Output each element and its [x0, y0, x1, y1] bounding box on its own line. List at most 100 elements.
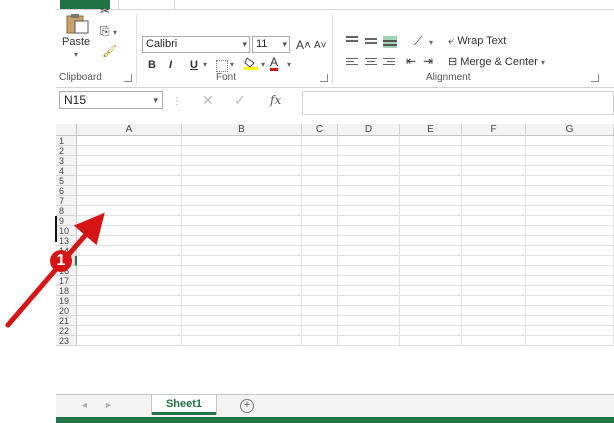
group-divider [136, 14, 137, 84]
alignment-dialog-launcher-icon[interactable] [591, 74, 599, 82]
formula-input[interactable] [302, 91, 614, 115]
alignment-group-label: Alignment [426, 72, 471, 83]
row-header-8[interactable]: 8 [56, 206, 77, 216]
fill-color-icon[interactable] [244, 56, 258, 70]
align-right-icon[interactable] [383, 58, 395, 65]
ribbon-home: Paste ▾ ✂ ⎘ ▾ 🖌 Clipboard Calibri ▾ 11 ▾… [56, 4, 614, 88]
formula-bar-grip-icon[interactable]: ⋮ [172, 96, 182, 107]
status-bar [56, 417, 614, 423]
font-color-dropdown-icon[interactable]: ▾ [287, 60, 291, 69]
row-header-4[interactable]: 4 [56, 166, 77, 176]
wrap-text-button[interactable]: ⤶ Wrap Text [448, 35, 506, 48]
align-left-icon[interactable] [346, 58, 358, 65]
row-header-5[interactable]: 5 [56, 176, 77, 186]
merge-center-label: Merge & Center [460, 56, 538, 68]
wrap-text-label: Wrap Text [457, 35, 507, 47]
align-middle-icon[interactable] [365, 38, 377, 44]
chevron-down-icon: ▾ [242, 39, 247, 49]
row-gridline [77, 235, 614, 236]
row-gridline [77, 295, 614, 296]
insert-function-button[interactable]: fx [270, 93, 281, 107]
row-gridline [77, 335, 614, 336]
font-size-combo[interactable]: 11 ▾ [252, 36, 290, 53]
chevron-down-icon: ▾ [282, 39, 287, 49]
increase-indent-icon[interactable]: ⇥ [423, 54, 433, 68]
grow-font-button[interactable]: A˄ [296, 38, 311, 52]
select-all-corner[interactable] [56, 124, 77, 136]
column-header-g[interactable]: G [526, 124, 614, 136]
row-gridline [77, 315, 614, 316]
clipboard-dialog-launcher-icon[interactable] [124, 74, 132, 82]
font-name-combo[interactable]: Calibri ▾ [142, 36, 250, 53]
orientation-dropdown-icon[interactable]: ▾ [429, 38, 433, 47]
row-header-2[interactable]: 2 [56, 146, 77, 156]
column-header-b[interactable]: B [182, 124, 302, 136]
merge-center-dropdown-icon[interactable]: ▾ [541, 58, 545, 67]
paste-icon[interactable] [64, 12, 90, 34]
row-header-18[interactable]: 18 [56, 286, 77, 296]
name-box[interactable]: N15 ▾ [59, 91, 163, 109]
italic-button[interactable]: I [169, 58, 172, 72]
merge-center-button[interactable]: ⊟ Merge & Center ▾ [448, 55, 545, 68]
row-gridline [77, 215, 614, 216]
paste-dropdown-icon[interactable]: ▾ [74, 50, 78, 59]
font-color-button[interactable]: A [270, 56, 279, 71]
copy-dropdown-icon[interactable]: ▾ [113, 28, 117, 37]
text-cursor-marker [55, 216, 57, 242]
font-dialog-launcher-icon[interactable] [320, 74, 328, 82]
group-divider [332, 14, 333, 84]
sheet-tab-sheet1[interactable]: Sheet1 [152, 395, 216, 415]
clipboard-group-label: Clipboard [59, 72, 102, 83]
column-header-d[interactable]: D [338, 124, 400, 136]
row-header-17[interactable]: 17 [56, 276, 77, 286]
align-bottom-icon[interactable] [383, 36, 397, 48]
row-gridline [77, 255, 614, 256]
column-header-a[interactable]: A [77, 124, 182, 136]
decrease-indent-icon[interactable]: ⇤ [406, 54, 416, 68]
cancel-icon[interactable]: ✕ [202, 92, 214, 109]
cut-icon[interactable]: ✂ [100, 4, 110, 18]
add-sheet-button[interactable]: + [240, 399, 254, 413]
row-header-19[interactable]: 19 [56, 296, 77, 306]
align-top-icon[interactable] [346, 36, 358, 42]
bold-button[interactable]: B [148, 58, 156, 72]
column-header-f[interactable]: F [462, 124, 526, 136]
fill-color-dropdown-icon[interactable]: ▾ [261, 60, 265, 69]
row-header-10[interactable]: 10 [56, 226, 77, 236]
row-header-22[interactable]: 22 [56, 326, 77, 336]
wrap-text-icon: ⤶ [448, 35, 455, 47]
underline-dropdown-icon[interactable]: ▾ [203, 60, 207, 69]
scroll-right-icon[interactable]: ▸ [106, 400, 111, 411]
column-header-e[interactable]: E [400, 124, 462, 136]
row-header-21[interactable]: 21 [56, 316, 77, 326]
row-gridline [77, 175, 614, 176]
row-header-20[interactable]: 20 [56, 306, 77, 316]
sheet-tab-bar: ◂ ▸ Sheet1 + [56, 394, 614, 418]
name-box-value: N15 [64, 93, 87, 107]
row-gridline [77, 325, 614, 326]
orientation-icon[interactable]: ⟋ [414, 34, 422, 48]
row-header-7[interactable]: 7 [56, 196, 77, 206]
enter-icon[interactable]: ✓ [234, 92, 246, 109]
shrink-font-button[interactable]: A˅ [314, 39, 327, 53]
align-center-icon[interactable] [365, 58, 377, 65]
scroll-left-icon[interactable]: ◂ [82, 400, 87, 411]
row-header-3[interactable]: 3 [56, 156, 77, 166]
formula-bar: N15 ▾ ⋮ ✕ ✓ fx [56, 88, 614, 120]
paste-button[interactable]: Paste [62, 36, 90, 48]
copy-icon[interactable]: ⎘ [100, 24, 110, 38]
borders-dropdown-icon[interactable]: ▾ [230, 60, 234, 69]
format-painter-icon[interactable]: 🖌 [102, 44, 117, 58]
row-gridline [77, 225, 614, 226]
row-header-6[interactable]: 6 [56, 186, 77, 196]
column-header-c[interactable]: C [302, 124, 338, 136]
row-header-23[interactable]: 23 [56, 336, 77, 346]
row-gridline [77, 285, 614, 286]
row-header-9[interactable]: 9 [56, 216, 77, 226]
row-header-13[interactable]: 13 [56, 236, 77, 246]
tab-separator [174, 0, 175, 9]
row-header-1[interactable]: 1 [56, 136, 77, 146]
worksheet-grid[interactable]: ABCDEFG123456789101314151617181920212223 [56, 124, 614, 394]
underline-button[interactable]: U [190, 58, 198, 72]
borders-icon[interactable] [216, 60, 228, 72]
